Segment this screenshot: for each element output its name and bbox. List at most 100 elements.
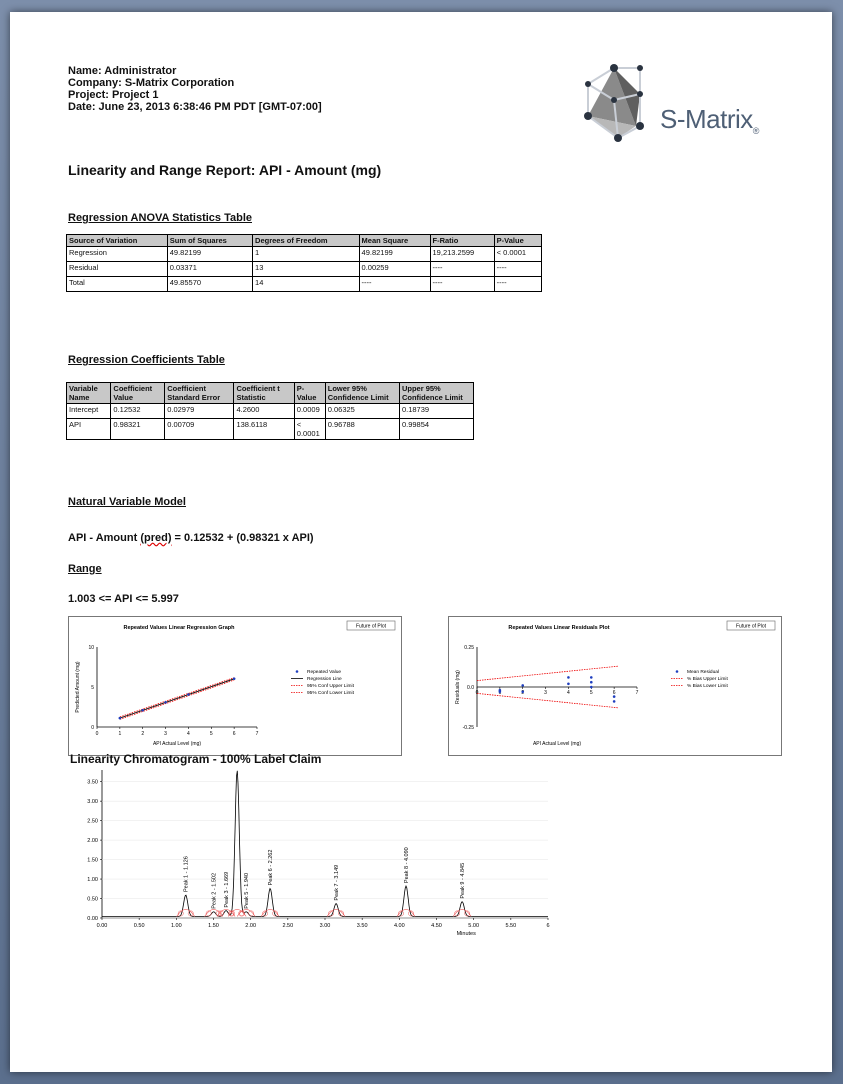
cube-logo-icon [584, 64, 644, 142]
table-cell: 49.82199 [166, 246, 254, 262]
table-cell: 49.82199 [358, 246, 431, 262]
table-header-row: Variable Name Coefficient Value Coefficien… [65, 382, 475, 404]
x-axis-label: API Actual Level (mg) [153, 741, 201, 747]
x-tick-label: 0 [476, 690, 479, 696]
x-tick-label: 5 [590, 690, 593, 696]
residuals-plot: Repeated Values Linear Residuals Plot Fut… [455, 620, 776, 747]
table-cell: < 0.0001 [293, 418, 326, 440]
table-cell: 0.06325 [324, 403, 400, 419]
table-cell: ---- [358, 276, 431, 292]
y-tick-label: 3.00 [87, 799, 98, 805]
table-cell: 4.2600 [233, 403, 295, 419]
x-tick-label: 0.50 [134, 923, 145, 929]
data-point [521, 690, 525, 694]
table-cell: Total [66, 276, 168, 292]
table-row: Intercept 0.12532 0.02979 4.2600 0.0009 0.063… [65, 403, 475, 419]
coefficients-heading: Regression Coefficients Table [68, 354, 225, 366]
formula-pred-term: (pred) [140, 532, 172, 544]
table-header-row: Source of Variation Sum of Squares Degrees… [66, 234, 543, 247]
x-tick-label: 3 [164, 731, 167, 737]
chromatogram-chart: 0.00 0.50 1.00 1.50 2.00 2.50 3.00 3.50 0.00 0.50… [87, 770, 550, 937]
conf-upper-line [119, 677, 235, 718]
table-cell: < 0.0001 [493, 246, 543, 262]
y-axis-label: Residuals (mg) [455, 670, 461, 704]
data-point [589, 680, 593, 684]
x-tick-label: 1.50 [208, 923, 219, 929]
table-row: Regression 49.82199 1 49.82199 19,213.2599 < … [66, 246, 543, 262]
table-row: Residual 0.03371 13 0.00259 ---- ---- [66, 261, 543, 277]
s-matrix-logo: S-Matrix® [578, 54, 828, 154]
x-tick-label: 5.00 [468, 923, 479, 929]
data-point [118, 716, 122, 720]
table-cell: 0.0009 [293, 403, 326, 419]
table-row: Total 49.85570 14 ---- ---- ---- [66, 276, 543, 292]
peak-label: Peak 5 - 1.940 [244, 873, 250, 909]
anova-table: Source of Variation Sum of Squares Degrees… [66, 234, 543, 292]
legend-label: Repeated Value [307, 669, 341, 675]
y-tick-label: 1.00 [87, 877, 98, 883]
table-cell: Residual [66, 261, 168, 277]
regression-graph-panel: Repeated Values Linear Regression Graph F… [68, 616, 402, 756]
data-point [589, 676, 593, 679]
peak-label: Peak 2 - 1.502 [212, 873, 218, 909]
x-tick-label: 2 [141, 731, 144, 737]
range-heading: Range [68, 563, 102, 575]
table-cell: 0.96788 [324, 418, 400, 440]
regression-line [119, 678, 235, 719]
column-header: Source of Variation [66, 234, 168, 247]
x-tick-label: 5.50 [505, 923, 516, 929]
formula-suffix: = 0.12532 + (0.98321 x API) [171, 532, 314, 544]
peak-integration-marker [396, 909, 416, 917]
x-tick-label: 6 [233, 731, 236, 737]
data-point [187, 693, 190, 696]
chart-title: Repeated Values Linear Regression Graph [124, 625, 236, 631]
peak-integration-marker [326, 909, 346, 917]
table-cell: 1 [252, 246, 360, 262]
x-tick-label: 3.50 [357, 923, 368, 929]
column-header: Upper 95% Confidence Limit [398, 382, 475, 404]
report-header: Name: Administrator Company: S-Matrix Co… [68, 65, 322, 113]
table-cell: 0.98321 [110, 418, 166, 440]
column-header: Degrees of Freedom [252, 234, 360, 247]
peak-label: Peak 7 - 3.149 [334, 865, 340, 901]
data-point [232, 677, 236, 680]
y-tick-label: 1.50 [87, 858, 98, 864]
peak-label: Peak 6 - 2.262 [268, 850, 274, 886]
y-tick-label: 10 [88, 645, 94, 651]
table-cell: ---- [429, 276, 495, 292]
data-point [612, 695, 616, 698]
legend-label: Mean Residual [687, 669, 719, 675]
table-cell: API [65, 418, 112, 440]
column-header: F-Ratio [429, 234, 495, 247]
model-heading: Natural Variable Model [68, 496, 186, 508]
table-cell: ---- [493, 276, 543, 292]
future-of-plot-label: Future of Plot [736, 624, 767, 630]
y-tick-label: 0.25 [464, 645, 474, 651]
column-header: P-Value [293, 382, 326, 404]
data-point [567, 682, 570, 686]
x-tick-label: 7 [256, 731, 259, 737]
table-cell: ---- [493, 261, 543, 277]
column-header: Variable Name [65, 382, 112, 404]
table-cell: 49.85570 [166, 276, 254, 292]
peak-integration-marker [260, 909, 280, 917]
chart-title: Repeated Values Linear Residuals Plot [508, 625, 609, 631]
x-tick-label: 4.00 [394, 923, 405, 929]
logo-registered-mark: ® [752, 126, 760, 137]
x-tick-label: 6 [613, 690, 616, 696]
peak-integration-marker [236, 909, 256, 917]
table-row: API 0.98321 0.00709 138.6118 < 0.0001 0.96788… [65, 418, 475, 440]
column-header: Mean Square [358, 234, 431, 247]
table-cell: ---- [429, 261, 495, 277]
data-point [612, 700, 616, 703]
column-header: Sum of Squares [166, 234, 254, 247]
column-header: Coefficient Value [110, 382, 166, 404]
peak-label: Peak 8 - 4.090 [404, 847, 410, 883]
x-tick-label: 4.50 [431, 923, 442, 929]
peak-label: Peak 1 - 1.126 [184, 856, 190, 892]
x-tick-label: 4 [567, 690, 570, 696]
report-page: Name: Administrator Company: S-Matrix Co… [10, 12, 832, 1072]
x-tick-label: 7 [636, 690, 639, 696]
column-header: P-Value [493, 234, 543, 247]
chromatogram-title: Linearity Chromatogram - 100% Label Clai… [70, 752, 322, 766]
